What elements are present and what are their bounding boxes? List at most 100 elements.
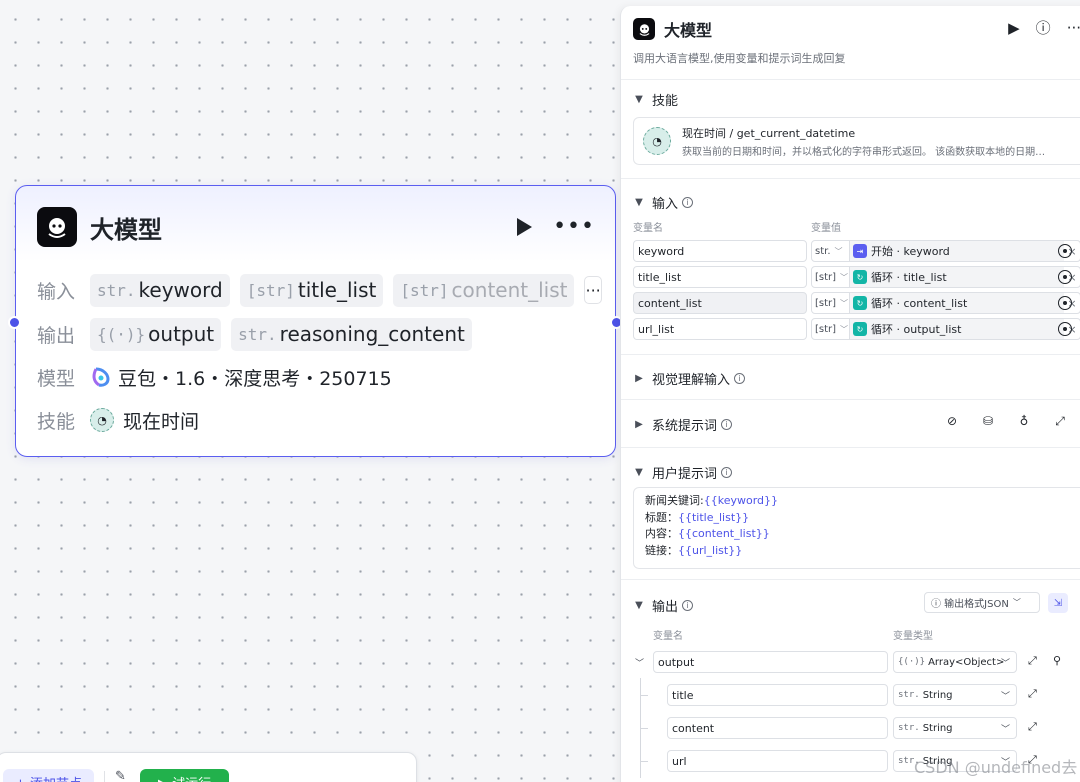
skill-value: 现在时间 — [123, 410, 200, 433]
input-value-field[interactable]: [str] ﹀ ↻ 循环 · content_list × — [811, 292, 1080, 314]
input-section-header[interactable]: ▼ 输入 i — [633, 193, 694, 212]
skills-section-header[interactable]: ▼ 技能 — [633, 90, 678, 109]
info-icon: i — [721, 467, 733, 478]
target-icon[interactable] — [1058, 296, 1072, 310]
target-icon[interactable] — [1058, 244, 1072, 258]
panel-actions: ▶ ⓘ ··· — [992, 17, 1080, 38]
output-type-select[interactable]: str. String ﹀ — [893, 717, 1017, 739]
output-name-field[interactable]: content — [667, 717, 888, 739]
run-node-button[interactable] — [513, 216, 535, 238]
node-header: 大模型 ••• — [37, 207, 595, 247]
info-icon: i — [734, 373, 746, 384]
more-inputs-button[interactable]: ··· — [584, 276, 602, 304]
input-tag: str. keyword — [90, 273, 230, 307]
expand-icon[interactable]: ⤢ — [1028, 687, 1037, 701]
output-section-header[interactable]: ▼ 输出 i — [633, 596, 694, 615]
chevron-down-icon: ▼ — [635, 197, 643, 208]
target-icon[interactable] — [1058, 322, 1072, 336]
variable-reference[interactable]: ↻ 循环 · title_list — [850, 267, 1064, 287]
output-format-select[interactable]: ⓘ 输出格式JSON ﹀ — [924, 592, 1040, 613]
system-prompt-tools: ⊘ ⛁ ♁ ⤢ — [945, 414, 1080, 429]
canvas-toolbar: + 添加节点 ✎ ▶ 试运行 — [0, 752, 417, 782]
llm-logo-icon — [633, 18, 655, 40]
loop-node-icon: ↻ — [853, 322, 867, 336]
clip-icon[interactable]: ✎ — [115, 769, 126, 782]
input-name-field[interactable]: url_list — [633, 318, 807, 340]
doubao-logo-icon — [92, 367, 110, 387]
type-select[interactable]: [str] ﹀ — [812, 319, 850, 339]
expand-icon[interactable]: ⤢ — [1053, 414, 1067, 428]
import-icon[interactable]: ⇲ — [1048, 593, 1068, 613]
type-select[interactable]: str. ﹀ — [812, 241, 850, 261]
llm-logo-icon — [37, 207, 77, 247]
compass-icon[interactable]: ⊘ — [945, 414, 959, 428]
variable-reference[interactable]: ↻ 循环 · output_list — [850, 319, 1064, 339]
type-select[interactable]: [str] ﹀ — [812, 293, 850, 313]
lightbulb-icon[interactable]: ♁ — [1017, 414, 1031, 428]
col-out-name: 变量名 — [653, 631, 683, 642]
output-type-select[interactable]: {(·)} Array<Object> ﹀ — [893, 651, 1017, 673]
more-icon[interactable]: ··· — [1067, 19, 1080, 37]
variable-reference[interactable]: ⇥ 开始 · keyword — [850, 241, 1064, 261]
col-var-value: 变量值 — [811, 223, 841, 234]
user-prompt-editor[interactable]: 新闻关键词:{{keyword}} 标题：{{title_list}} 内容：{… — [633, 487, 1080, 569]
input-port[interactable] — [8, 316, 21, 329]
output-type-select[interactable]: str. String ﹀ — [893, 684, 1017, 706]
tree-line — [640, 695, 648, 696]
input-value-field[interactable]: str. ﹀ ⇥ 开始 · keyword × — [811, 240, 1080, 262]
model-value: 豆包・1.6・深度思考・250715 — [118, 367, 392, 390]
input-value-field[interactable]: [str] ﹀ ↻ 循环 · output_list × — [811, 318, 1080, 340]
tree-line — [640, 761, 648, 762]
chevron-down-icon: ▼ — [635, 600, 643, 611]
input-name-field[interactable]: content_list — [633, 292, 807, 314]
prompt-line: 标题：{{title_list}} — [645, 510, 750, 524]
input-name-field[interactable]: keyword — [633, 240, 807, 262]
skill-description: 获取当前的日期和时间，并以格式化的字符串形式返回。 该函数获取本地的日期… — [682, 146, 1046, 158]
variable-reference[interactable]: ↻ 循环 · content_list — [850, 293, 1064, 313]
vision-section-header[interactable]: ▶ 视觉理解输入 i — [633, 369, 746, 388]
output-name-field[interactable]: output — [653, 651, 888, 673]
model-label: 模型 — [37, 367, 76, 390]
output-name-field[interactable]: title — [667, 684, 888, 706]
more-options-button[interactable]: ••• — [553, 216, 595, 238]
llm-node-card[interactable]: 大模型 ••• 输入 str. keyword [str] title_list [… — [8, 185, 623, 457]
tree-line — [640, 728, 648, 729]
node-outputs-row: 输出 {(·)} output str. reasoning_content — [37, 317, 597, 351]
col-var-name: 变量名 — [633, 223, 663, 234]
chevron-right-icon: ▶ — [635, 373, 643, 384]
user-prompt-section-header[interactable]: ▼ 用户提示词 i — [633, 463, 733, 482]
info-icon: i — [721, 419, 733, 430]
input-row: title_list [str] ﹀ ↻ 循环 · title_list × — [633, 266, 1080, 288]
output-name-field[interactable]: url — [667, 750, 888, 772]
loop-node-icon: ↻ — [853, 270, 867, 284]
panel-header: 大模型 ▶ ⓘ ··· — [633, 17, 1080, 41]
input-tag: [str] title_list — [239, 273, 384, 307]
play-icon[interactable]: ▶ — [1008, 19, 1020, 37]
target-icon[interactable] — [1058, 270, 1072, 284]
expand-icon[interactable]: ⤢ — [1028, 720, 1037, 734]
skills-label: 技能 — [37, 410, 76, 433]
add-child-icon[interactable]: ⚲ — [1053, 654, 1061, 667]
type-select[interactable]: [str] ﹀ — [812, 267, 850, 287]
expand-icon[interactable]: ⤢ — [1028, 654, 1037, 668]
input-row: url_list [str] ﹀ ↻ 循环 · output_list × — [633, 318, 1080, 340]
toolbar-divider — [104, 771, 106, 782]
node-model-row: 模型 豆包・1.6・深度思考・250715 — [37, 360, 597, 394]
divider — [621, 399, 1080, 400]
help-icon[interactable]: ⓘ — [1036, 17, 1051, 38]
output-tag: str. reasoning_content — [231, 317, 472, 351]
system-prompt-section-header[interactable]: ▶ 系统提示词 i — [633, 415, 733, 434]
chevron-down-icon[interactable]: ﹀ — [635, 656, 644, 669]
input-value-field[interactable]: [str] ﹀ ↻ 循环 · title_list × — [811, 266, 1080, 288]
test-run-button[interactable]: ▶ 试运行 — [139, 769, 230, 782]
library-icon[interactable]: ⛁ — [981, 414, 995, 428]
chevron-down-icon: ▼ — [635, 467, 643, 478]
skill-card[interactable]: ◔ 现在时间 / get_current_datetime 获取当前的日期和时间… — [633, 117, 1080, 165]
input-row: content_list [str] ﹀ ↻ 循环 · content_list … — [633, 292, 1080, 314]
add-node-button[interactable]: + 添加节点 — [3, 769, 95, 782]
panel-title: 大模型 — [664, 21, 713, 40]
input-name-field[interactable]: title_list — [633, 266, 807, 288]
node-skills-row: 技能 ◔ 现在时间 — [37, 403, 597, 437]
divider — [621, 447, 1080, 448]
chevron-right-icon: ▶ — [635, 419, 643, 430]
